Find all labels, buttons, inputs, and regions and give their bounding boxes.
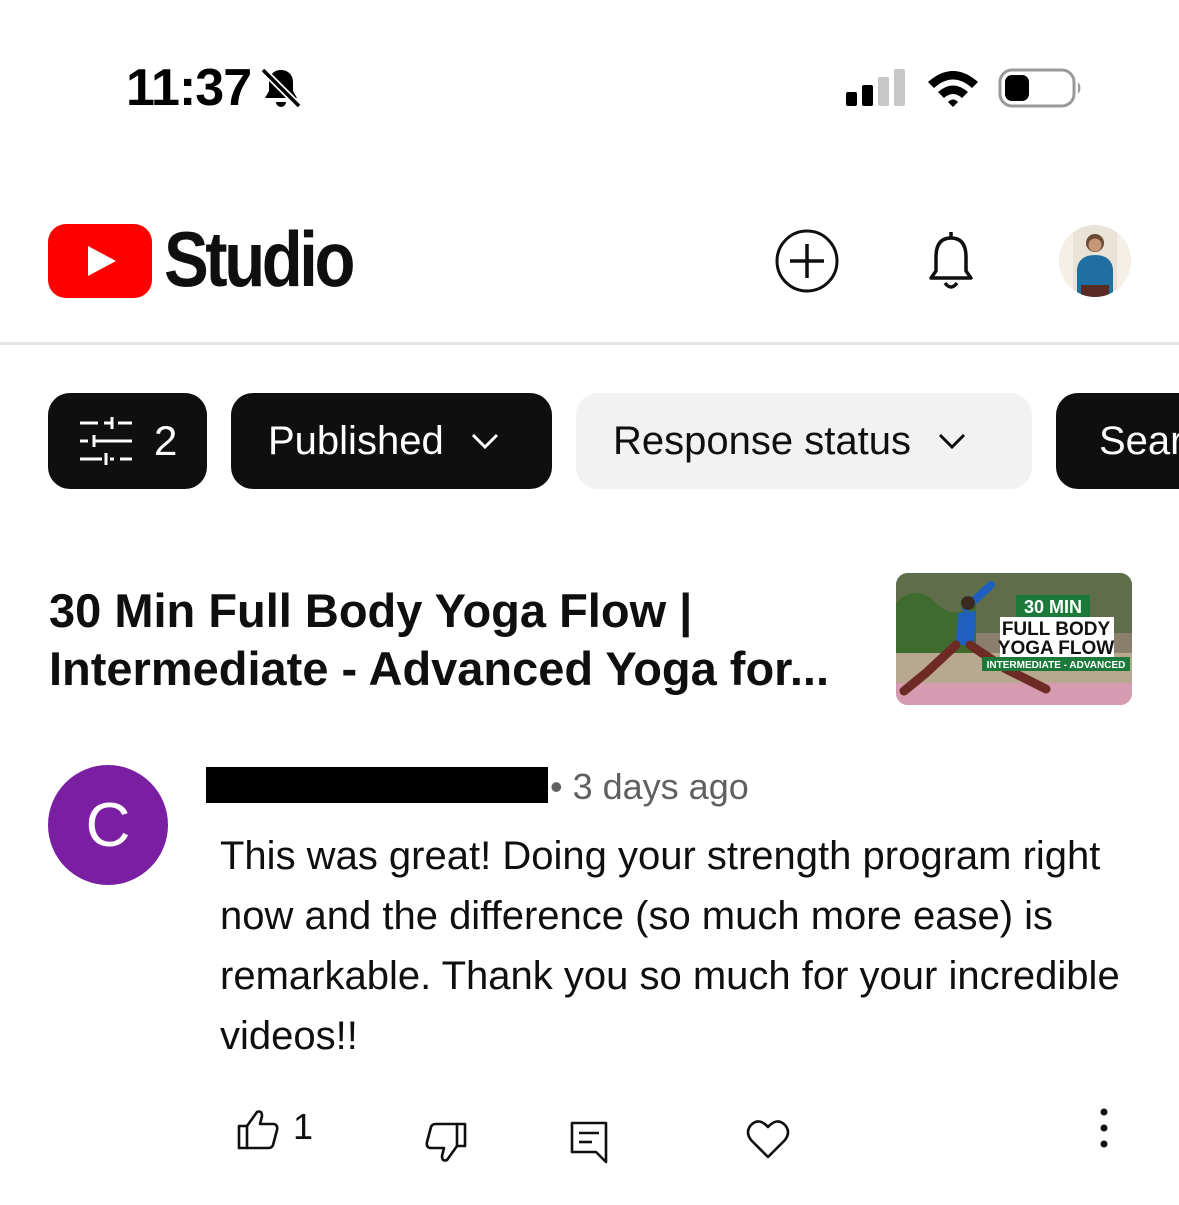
status-time: 11:37: [126, 59, 252, 117]
header-divider: [0, 342, 1179, 345]
thumbnail-text-line2: FULL BODY: [1002, 619, 1111, 640]
youtube-logo-icon[interactable]: [48, 224, 152, 298]
notifications-bell-icon[interactable]: [918, 228, 984, 294]
filter-sliders-icon: [80, 417, 132, 465]
video-title[interactable]: 30 Min Full Body Yoga Flow | Intermediat…: [49, 582, 879, 698]
search-chip-label: Sear: [1099, 418, 1179, 463]
thumbnail-image: 30 MIN FULL BODY YOGA FLOW INTERMEDIATE …: [896, 573, 1132, 705]
avatar-photo: [1059, 225, 1131, 297]
video-thumbnail[interactable]: 30 MIN FULL BODY YOGA FLOW INTERMEDIATE …: [896, 573, 1132, 705]
cellular-signal-icon: [846, 69, 905, 106]
battery-icon: [998, 68, 1081, 108]
chevron-down-icon: [938, 433, 966, 450]
chevron-down-icon: [471, 433, 498, 450]
response-status-chip-label: Response status: [613, 418, 911, 463]
youtube-studio-comments-screen: 11:37 Studio 2 Published Response status…: [0, 0, 1179, 1205]
like-count: 1: [293, 1106, 314, 1147]
wifi-icon: [928, 71, 978, 107]
filter-button[interactable]: 2: [48, 393, 207, 489]
comment-timestamp: • 3 days ago: [550, 766, 749, 807]
published-chip-label: Published: [268, 418, 444, 463]
studio-wordmark: Studio: [164, 215, 355, 303]
dislike-icon[interactable]: [424, 1122, 468, 1164]
reply-comment-icon[interactable]: [570, 1120, 608, 1164]
comment-text: This was great! Doing your strength prog…: [220, 834, 1120, 1058]
thumbnail-text-level: INTERMEDIATE - ADVANCED: [987, 660, 1126, 671]
published-filter-chip[interactable]: Published: [231, 393, 552, 489]
filter-count: 2: [154, 417, 178, 464]
commenter-avatar[interactable]: C: [48, 765, 168, 885]
commenter-name-redacted: [206, 767, 548, 803]
thumbnail-text-line3: YOGA FLOW: [998, 638, 1115, 659]
account-avatar[interactable]: [1059, 225, 1131, 297]
create-plus-icon[interactable]: [774, 228, 840, 294]
thumbnail-text-duration: 30 MIN: [1024, 597, 1082, 617]
response-status-filter-chip[interactable]: Response status: [576, 393, 1032, 489]
like-icon[interactable]: [236, 1108, 280, 1150]
bell-off-icon: [260, 67, 302, 109]
heart-icon[interactable]: [746, 1118, 790, 1160]
search-filter-chip[interactable]: Sear: [1056, 393, 1179, 489]
more-options-icon[interactable]: [1090, 1106, 1118, 1150]
